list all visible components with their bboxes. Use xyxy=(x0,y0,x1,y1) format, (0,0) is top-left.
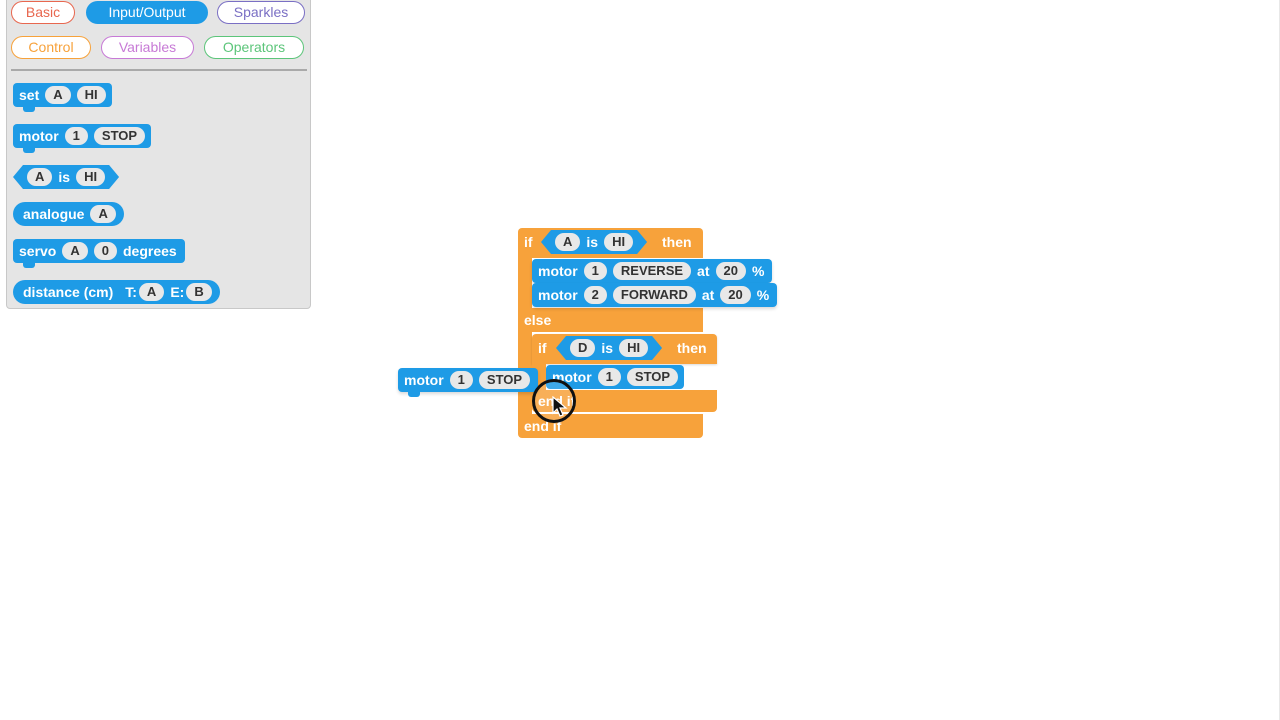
motor-action-slot[interactable]: STOP xyxy=(93,127,146,145)
block-notch xyxy=(23,148,35,153)
pin-slot[interactable]: A xyxy=(555,233,580,251)
category-sparkles[interactable]: Sparkles xyxy=(217,1,305,24)
then-label: then xyxy=(662,234,692,250)
palette-analogue-block[interactable]: analogue A xyxy=(13,202,124,226)
if-label: if xyxy=(524,234,533,250)
palette-set-block[interactable]: set A HI xyxy=(13,83,112,112)
palette-is-block[interactable]: A is HI xyxy=(13,165,119,189)
palette-servo-block[interactable]: servo A 0 degrees xyxy=(13,239,185,268)
else-label: else xyxy=(524,312,552,328)
motor-number-slot[interactable]: 1 xyxy=(597,368,621,386)
percent-label: % xyxy=(756,287,770,303)
category-variables[interactable]: Variables xyxy=(101,36,194,59)
value-slot[interactable]: HI xyxy=(619,339,648,357)
at-label: at xyxy=(697,263,710,279)
pin-slot[interactable]: D xyxy=(570,339,595,357)
if-c-arm xyxy=(518,258,532,308)
category-control[interactable]: Control xyxy=(11,36,91,59)
palette-distance-block[interactable]: distance (cm) T: A E: B xyxy=(13,280,220,304)
category-basic[interactable]: Basic xyxy=(11,1,75,24)
block-notch xyxy=(23,263,35,268)
category-operators[interactable]: Operators xyxy=(204,36,304,59)
block-notch xyxy=(23,107,35,112)
motor-number-slot[interactable]: 1 xyxy=(64,127,88,145)
block-label: motor xyxy=(538,287,578,303)
condition-a-is-hi[interactable]: A is HI xyxy=(541,230,647,254)
motor-2-forward-block[interactable]: motor 2 FORWARD at 20 % xyxy=(532,283,778,307)
category-input-output[interactable]: Input/Output xyxy=(86,1,208,24)
echo-label: E: xyxy=(170,284,185,300)
at-label: at xyxy=(701,287,715,303)
angle-slot[interactable]: 0 xyxy=(93,242,117,260)
block-notch xyxy=(408,392,420,397)
block-label: is xyxy=(58,169,71,185)
motor-number-slot[interactable]: 1 xyxy=(449,371,473,389)
trigger-pin-slot[interactable]: A xyxy=(138,283,165,301)
block-label: motor xyxy=(538,263,578,279)
pin-slot[interactable]: A xyxy=(45,86,71,104)
block-label: distance (cm) xyxy=(23,284,114,300)
block-label: servo xyxy=(19,243,57,259)
motor-action-slot[interactable]: FORWARD xyxy=(612,286,696,304)
dragging-motor-stop-block[interactable]: motor 1 STOP xyxy=(398,368,539,397)
value-slot[interactable]: HI xyxy=(76,86,106,104)
block-label: is xyxy=(586,234,599,250)
motor-number-slot[interactable]: 2 xyxy=(583,286,607,304)
palette-motor-block[interactable]: motor 1 STOP xyxy=(13,124,152,153)
value-slot[interactable]: HI xyxy=(604,233,633,251)
speed-slot[interactable]: 20 xyxy=(715,262,746,280)
echo-pin-slot[interactable]: B xyxy=(186,283,212,301)
trigger-label: T: xyxy=(125,284,137,300)
block-label: set xyxy=(19,87,40,103)
block-label: motor xyxy=(404,372,444,388)
condition-d-is-hi[interactable]: D is HI xyxy=(556,336,662,360)
pin-slot[interactable]: A xyxy=(62,242,88,260)
motor-action-slot[interactable]: REVERSE xyxy=(612,262,692,280)
value-slot[interactable]: HI xyxy=(76,168,105,186)
pin-slot[interactable]: A xyxy=(27,168,52,186)
block-label: is xyxy=(601,340,614,356)
inner-then-label: then xyxy=(677,340,707,356)
motor-action-slot[interactable]: STOP xyxy=(478,371,531,389)
palette-divider xyxy=(11,69,307,71)
inner-if-label: if xyxy=(538,340,547,356)
block-label: analogue xyxy=(23,206,85,222)
mouse-pointer-icon xyxy=(552,396,568,417)
motor-number-slot[interactable]: 1 xyxy=(583,262,607,280)
pin-slot[interactable]: A xyxy=(90,205,116,223)
block-label: motor xyxy=(19,128,59,144)
motor-1-reverse-block[interactable]: motor 1 REVERSE at 20 % xyxy=(532,259,773,283)
motor-action-slot[interactable]: STOP xyxy=(626,368,679,386)
speed-slot[interactable]: 20 xyxy=(720,286,751,304)
unit-label: degrees xyxy=(122,243,177,259)
percent-label: % xyxy=(751,263,765,279)
